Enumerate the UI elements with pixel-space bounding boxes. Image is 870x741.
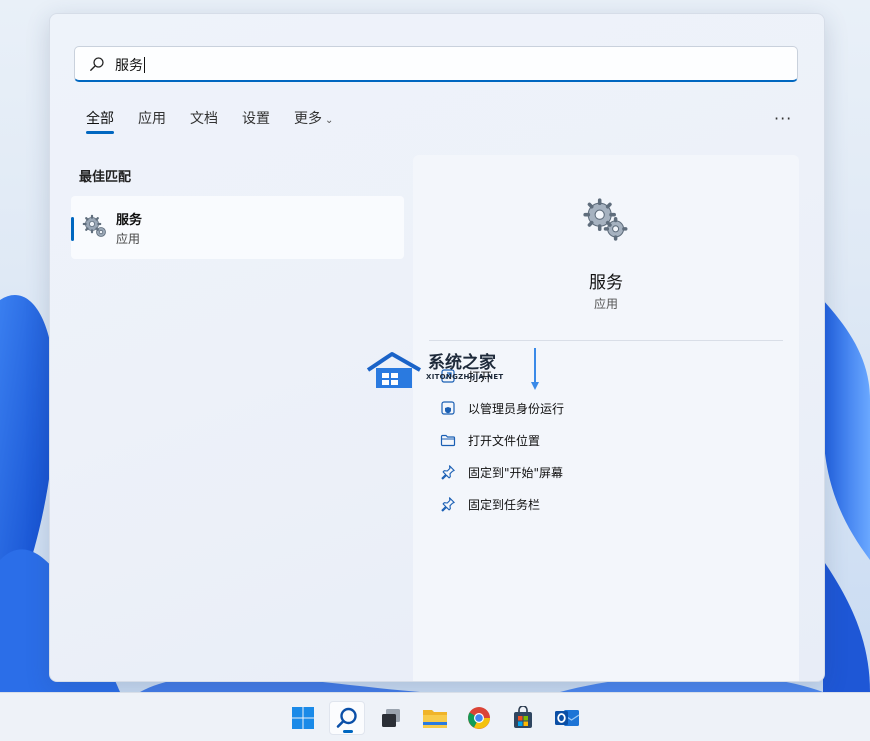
tab-more-label: 更多 [294, 111, 322, 127]
start-icon [292, 707, 314, 729]
more-options-button[interactable]: ··· [774, 109, 792, 128]
active-indicator [343, 730, 353, 733]
chrome-button[interactable] [461, 701, 497, 735]
tab-apps[interactable]: 应用 [138, 110, 166, 134]
file-explorer-button[interactable] [417, 701, 453, 735]
run-as-admin-label: 以管理员身份运行 [468, 401, 565, 416]
store-button[interactable] [505, 701, 541, 735]
best-match-heading: 最佳匹配 [79, 170, 132, 185]
best-match-type: 应用 [116, 232, 141, 246]
best-match-name: 服务 [116, 213, 143, 228]
watermark-logo: 系统之家 XITONGZHIJIA.NET [362, 346, 512, 394]
best-match-result[interactable]: 服务 应用 [71, 196, 404, 259]
detail-app-name: 服务 [589, 273, 623, 293]
store-icon [514, 706, 532, 728]
chrome-icon [468, 707, 490, 729]
search-icon [90, 57, 104, 71]
filter-tabs: 全部 应用 文档 设置 更多 ⌄ [86, 110, 357, 134]
selection-indicator [71, 217, 74, 241]
start-button[interactable] [285, 701, 321, 735]
detail-pane: 服务 应用 打开 以管理员身份运行 打开文件位置 固定到"开始"屏幕 固定到任务… [413, 155, 799, 681]
taskbar [0, 692, 870, 741]
text-caret [144, 57, 145, 73]
pin-to-start-label: 固定到"开始"屏幕 [468, 465, 564, 480]
tab-settings[interactable]: 设置 [242, 110, 270, 134]
arrow-down-icon [531, 348, 539, 390]
outlook-icon [555, 710, 580, 726]
pin-to-start-action[interactable]: 固定到"开始"屏幕 [439, 456, 564, 488]
watermark-title: 系统之家 [428, 353, 496, 373]
tab-more[interactable]: 更多 ⌄ [294, 110, 333, 134]
search-input[interactable]: 服务 [74, 46, 798, 82]
shield-icon [439, 399, 457, 417]
pin-icon [439, 463, 457, 481]
run-as-admin-action[interactable]: 以管理员身份运行 [439, 392, 564, 424]
tab-documents[interactable]: 文档 [190, 110, 218, 134]
house-logo-icon [366, 352, 421, 388]
file-explorer-icon [423, 710, 447, 728]
search-taskbar-button[interactable] [329, 701, 365, 735]
task-view-icon [382, 709, 400, 727]
outlook-button[interactable] [549, 701, 585, 735]
watermark-subtitle: XITONGZHIJIA.NET [426, 373, 504, 381]
gear-icon [583, 198, 628, 241]
search-query: 服务 [115, 57, 145, 74]
pin-icon [439, 495, 457, 513]
folder-icon [439, 431, 457, 449]
detail-app-type: 应用 [593, 297, 618, 311]
pin-to-taskbar-action[interactable]: 固定到任务栏 [439, 488, 564, 520]
task-view-button[interactable] [373, 701, 409, 735]
tab-all[interactable]: 全部 [86, 110, 114, 134]
gear-icon [82, 214, 106, 237]
search-icon [336, 707, 357, 728]
pin-to-taskbar-label: 固定到任务栏 [468, 497, 541, 512]
chevron-down-icon: ⌄ [325, 115, 334, 126]
open-file-location-label: 打开文件位置 [468, 433, 541, 448]
open-file-location-action[interactable]: 打开文件位置 [439, 424, 564, 456]
divider [429, 340, 783, 341]
